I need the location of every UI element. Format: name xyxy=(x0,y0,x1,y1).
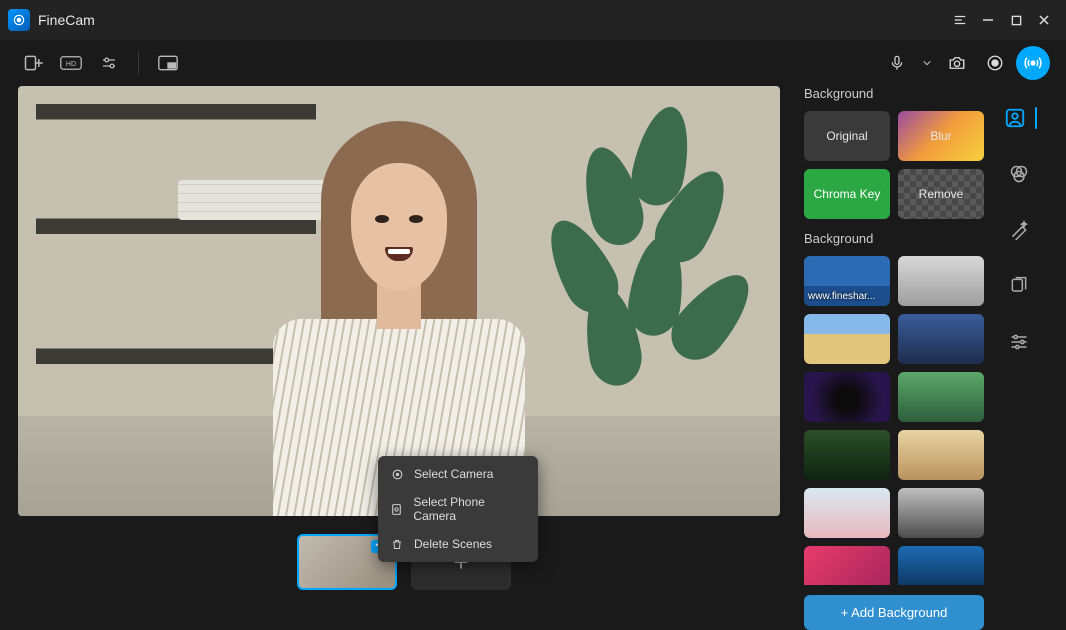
bg-thumb-2[interactable] xyxy=(804,314,890,364)
bg-thumb-4[interactable] xyxy=(804,372,890,422)
menu-select-camera[interactable]: Select Camera xyxy=(378,460,538,488)
close-button[interactable] xyxy=(1030,6,1058,34)
bg-thumb-0[interactable]: www.fineshar... xyxy=(804,256,890,306)
bg-thumb-0-label: www.fineshar... xyxy=(808,291,886,302)
right-rail xyxy=(990,86,1048,630)
add-background-button[interactable]: + Add Background xyxy=(804,595,984,630)
background-panel: Background Original Blur Chroma Key Remo… xyxy=(790,86,990,630)
bg-remove-button[interactable]: Remove xyxy=(898,169,984,219)
bg-thumb-7[interactable] xyxy=(898,430,984,480)
rail-active-indicator xyxy=(1035,107,1037,129)
rail-color-button[interactable] xyxy=(1005,160,1033,188)
toolbar-separator xyxy=(138,52,139,74)
rail-portrait-button[interactable] xyxy=(1001,104,1029,132)
bg-thumb-10[interactable] xyxy=(804,546,890,585)
background-grid: www.fineshar... xyxy=(804,256,984,585)
menu-delete-scenes-label: Delete Scenes xyxy=(414,537,492,551)
stream-button[interactable] xyxy=(1016,46,1050,80)
camera-target-icon xyxy=(390,467,404,481)
bg-thumb-1[interactable] xyxy=(898,256,984,306)
mic-button[interactable] xyxy=(880,46,914,80)
bg-thumb-9[interactable] xyxy=(898,488,984,538)
menu-select-camera-label: Select Camera xyxy=(414,467,493,481)
app-name: FineCam xyxy=(38,12,95,28)
settings-sliders-button[interactable] xyxy=(92,46,126,80)
bg-thumb-11[interactable] xyxy=(898,546,984,585)
toolbar: HD xyxy=(0,40,1066,86)
menu-icon[interactable] xyxy=(946,6,974,34)
bg-chroma-button[interactable]: Chroma Key xyxy=(804,169,890,219)
minimize-button[interactable] xyxy=(974,6,1002,34)
app-logo xyxy=(8,9,30,31)
bg-thumb-5[interactable] xyxy=(898,372,984,422)
titlebar: FineCam xyxy=(0,0,1066,40)
rail-effects-button[interactable] xyxy=(1005,216,1033,244)
record-button[interactable] xyxy=(978,46,1012,80)
scene-context-menu: Select Camera Select Phone Camera Delete… xyxy=(378,456,538,562)
bg-thumb-3[interactable] xyxy=(898,314,984,364)
panel-title-bg-list: Background xyxy=(804,231,984,246)
maximize-button[interactable] xyxy=(1002,6,1030,34)
mic-dropdown[interactable] xyxy=(918,46,936,80)
rail-adjust-button[interactable] xyxy=(1005,328,1033,356)
menu-delete-scenes[interactable]: Delete Scenes xyxy=(378,530,538,558)
video-preview[interactable] xyxy=(18,86,780,516)
snapshot-button[interactable] xyxy=(940,46,974,80)
trash-icon xyxy=(390,537,404,551)
panel-title-background: Background xyxy=(804,86,984,101)
phone-camera-icon xyxy=(390,502,403,516)
bg-thumb-8[interactable] xyxy=(804,488,890,538)
bg-blur-button[interactable]: Blur xyxy=(898,111,984,161)
svg-text:HD: HD xyxy=(66,61,76,68)
add-source-button[interactable] xyxy=(16,46,50,80)
bg-thumb-6[interactable] xyxy=(804,430,890,480)
bg-original-button[interactable]: Original xyxy=(804,111,890,161)
rail-layers-button[interactable] xyxy=(1005,272,1033,300)
menu-select-phone-camera-label: Select Phone Camera xyxy=(413,495,526,523)
pip-button[interactable] xyxy=(151,46,185,80)
hd-button[interactable]: HD xyxy=(54,46,88,80)
menu-select-phone-camera[interactable]: Select Phone Camera xyxy=(378,488,538,530)
